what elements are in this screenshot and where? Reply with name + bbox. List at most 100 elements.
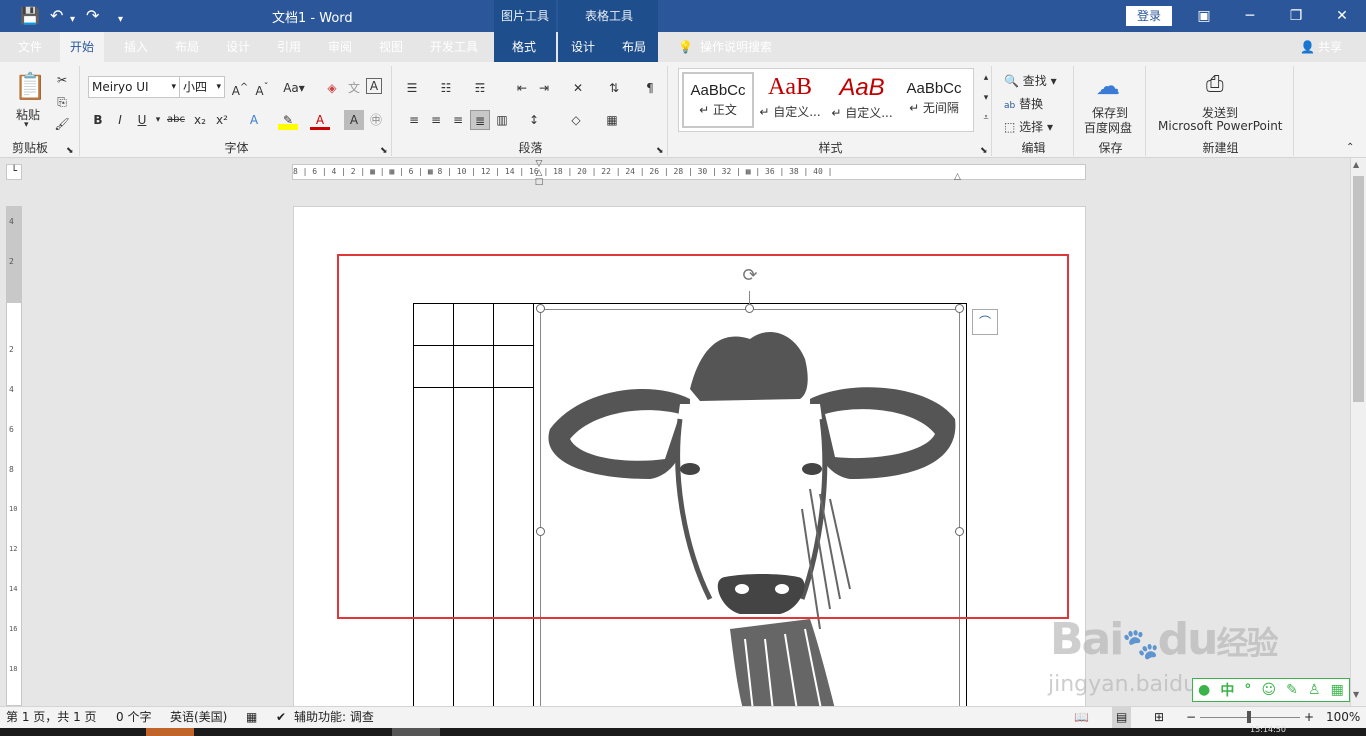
ime-chinese-toggle[interactable]: 中 xyxy=(1220,680,1234,700)
baidu-netdisk-icon[interactable]: ☁ xyxy=(1096,72,1120,100)
close-icon[interactable]: ✕ xyxy=(1328,4,1356,28)
justify-icon[interactable]: ≣ xyxy=(470,110,490,130)
print-layout-icon[interactable]: ▤ xyxy=(1112,707,1132,728)
sort-icon[interactable]: ⇅ xyxy=(604,78,624,98)
tab-table-layout[interactable]: 布局 xyxy=(620,32,648,62)
increase-indent-icon[interactable]: ⇥ xyxy=(534,78,554,98)
tab-design[interactable]: 设计 xyxy=(224,32,252,62)
horizontal-ruler[interactable]: 8 | 6 | 4 | 2 | ▦ | ▦ | 6 | ▦ 8 | 10 | 1… xyxy=(292,164,1086,180)
scroll-thumb[interactable] xyxy=(1353,176,1364,402)
clipboard-launcher-icon[interactable]: ⬊ xyxy=(66,146,74,156)
tab-insert[interactable]: 插入 xyxy=(122,32,150,62)
distributed-icon[interactable]: ▥ xyxy=(492,110,512,130)
tab-developer[interactable]: 开发工具 xyxy=(428,32,480,62)
strikethrough-button[interactable]: abc xyxy=(164,110,188,130)
tell-me-search[interactable]: 操作说明搜索 xyxy=(698,32,774,62)
char-border-icon[interactable]: A xyxy=(366,78,382,94)
right-indent-marker-icon[interactable]: △ xyxy=(954,172,964,182)
cut-icon[interactable]: ✂ xyxy=(52,70,72,90)
italic-button[interactable]: I xyxy=(110,110,130,130)
phonetic-guide-icon[interactable]: 文 xyxy=(344,78,364,98)
styles-scroll-down-icon[interactable]: ▾ xyxy=(976,88,996,108)
save-icon[interactable]: 💾 xyxy=(20,6,40,26)
font-launcher-icon[interactable]: ⬊ xyxy=(380,146,388,156)
tab-selector-icon[interactable]: └ xyxy=(6,164,22,180)
multilevel-list-icon[interactable]: ☶ xyxy=(470,78,490,98)
clear-format-icon[interactable]: ◈ xyxy=(322,78,342,98)
find-button[interactable]: 🔍 查找 ▾ xyxy=(1004,72,1057,89)
zoom-level[interactable]: 100% xyxy=(1326,707,1360,728)
ime-punctuation-icon[interactable]: ° xyxy=(1244,682,1251,698)
paste-dropdown-icon[interactable]: ▾ xyxy=(24,120,29,130)
ime-grid-icon[interactable]: ▦ xyxy=(1331,682,1344,698)
read-mode-icon[interactable]: 📖 xyxy=(1074,707,1089,728)
align-center-icon[interactable]: ≡ xyxy=(426,110,446,130)
page-count[interactable]: 第 1 页，共 1 页 xyxy=(6,707,97,728)
font-size-select[interactable]: 小四 ▾ xyxy=(179,76,225,98)
bullets-icon[interactable]: ☰ xyxy=(402,78,422,98)
paragraph-launcher-icon[interactable]: ⬊ xyxy=(656,146,664,156)
zoom-in-icon[interactable]: + xyxy=(1304,707,1314,728)
decrease-indent-icon[interactable]: ⇤ xyxy=(512,78,532,98)
indent-marker-icon[interactable]: ▽ △ □ xyxy=(534,160,544,188)
enclose-char-icon[interactable]: ㊥ xyxy=(366,110,386,130)
style-custom-1[interactable]: AaB ↵ 自定义... xyxy=(754,72,826,128)
tab-layout[interactable]: 布局 xyxy=(173,32,201,62)
undo-icon[interactable]: ↶ xyxy=(50,6,63,26)
vertical-ruler[interactable]: 4 2 2 4 6 8 10 12 14 16 18 xyxy=(6,206,22,706)
select-button[interactable]: ⬚ 选择 ▾ xyxy=(1004,118,1053,135)
document-page[interactable]: ⟳ ⌒ xyxy=(293,206,1086,706)
accessibility-icon[interactable]: ✔ xyxy=(276,707,286,728)
minimize-icon[interactable]: ─ xyxy=(1236,4,1264,28)
collapse-ribbon-icon[interactable]: ⌃ xyxy=(1346,142,1354,153)
send-to-ppt-icon[interactable]: ⎙ xyxy=(1206,72,1224,97)
styles-launcher-icon[interactable]: ⬊ xyxy=(980,146,988,156)
line-spacing-icon[interactable]: ↕ xyxy=(524,110,544,130)
align-left-icon[interactable]: ≡ xyxy=(404,110,424,130)
shading-icon[interactable]: ◇ xyxy=(566,110,586,130)
user-icon[interactable]: 👤 xyxy=(1298,32,1317,62)
tab-review[interactable]: 审阅 xyxy=(326,32,354,62)
zoom-slider-thumb[interactable] xyxy=(1247,711,1251,723)
style-custom-2[interactable]: AaB ↵ 自定义... xyxy=(826,72,898,128)
style-normal[interactable]: AaBbCc ↵ 正文 xyxy=(682,72,754,128)
tab-table-design[interactable]: 设计 xyxy=(569,32,597,62)
show-marks-icon[interactable]: ¶ xyxy=(640,78,660,98)
superscript-button[interactable]: x² xyxy=(212,110,232,130)
word-count[interactable]: 0 个字 xyxy=(116,707,151,728)
grow-font-icon[interactable]: A^ xyxy=(230,78,250,98)
login-button[interactable]: 登录 xyxy=(1126,6,1172,26)
replace-button[interactable]: ab 替换 xyxy=(1004,95,1043,112)
tab-picture-format[interactable]: 格式 xyxy=(510,32,538,62)
change-case-icon[interactable]: Aa▾ xyxy=(280,78,308,98)
styles-scroll-up-icon[interactable]: ▴ xyxy=(976,68,996,88)
zoom-out-icon[interactable]: − xyxy=(1186,707,1196,728)
ime-toolbar[interactable]: ● 中 ° ☺ ✎ ♙ ▦ xyxy=(1192,678,1350,702)
lightbulb-icon[interactable]: 💡 xyxy=(676,32,695,62)
ime-emoji-icon[interactable]: ☺ xyxy=(1261,682,1276,698)
customize-quick-access-icon[interactable]: ▾ xyxy=(118,10,123,30)
accessibility-status[interactable]: 辅助功能: 调查 xyxy=(294,707,374,728)
tab-home[interactable]: 开始 xyxy=(60,32,105,62)
vertical-scrollbar[interactable]: ▲ ▼ xyxy=(1350,158,1366,706)
text-effects-icon[interactable]: A xyxy=(244,110,264,130)
redo-icon[interactable]: ↷ xyxy=(86,6,99,26)
highlight-icon[interactable]: ✎ xyxy=(278,110,298,130)
copy-icon[interactable]: ⎘ xyxy=(52,92,72,112)
format-painter-icon[interactable]: 🖌 xyxy=(52,114,72,134)
char-shading-icon[interactable]: A xyxy=(344,110,364,130)
numbering-icon[interactable]: ☷ xyxy=(436,78,456,98)
language[interactable]: 英语(美国) xyxy=(170,707,227,728)
shrink-font-icon[interactable]: Aˇ xyxy=(252,78,272,98)
ribbon-display-icon[interactable]: ▣ xyxy=(1190,4,1218,28)
scroll-up-icon[interactable]: ▲ xyxy=(1353,160,1359,169)
ime-user-icon[interactable]: ♙ xyxy=(1308,682,1321,698)
taskbar-app[interactable] xyxy=(392,728,440,736)
tab-references[interactable]: 引用 xyxy=(275,32,303,62)
paste-icon[interactable]: 📋 xyxy=(14,72,46,102)
bold-button[interactable]: B xyxy=(88,110,108,130)
undo-dropdown-icon[interactable]: ▾ xyxy=(70,10,75,30)
web-layout-icon[interactable]: ⊞ xyxy=(1154,707,1164,728)
ime-logo-icon[interactable]: ● xyxy=(1198,682,1210,698)
tab-file[interactable]: 文件 xyxy=(16,32,44,62)
